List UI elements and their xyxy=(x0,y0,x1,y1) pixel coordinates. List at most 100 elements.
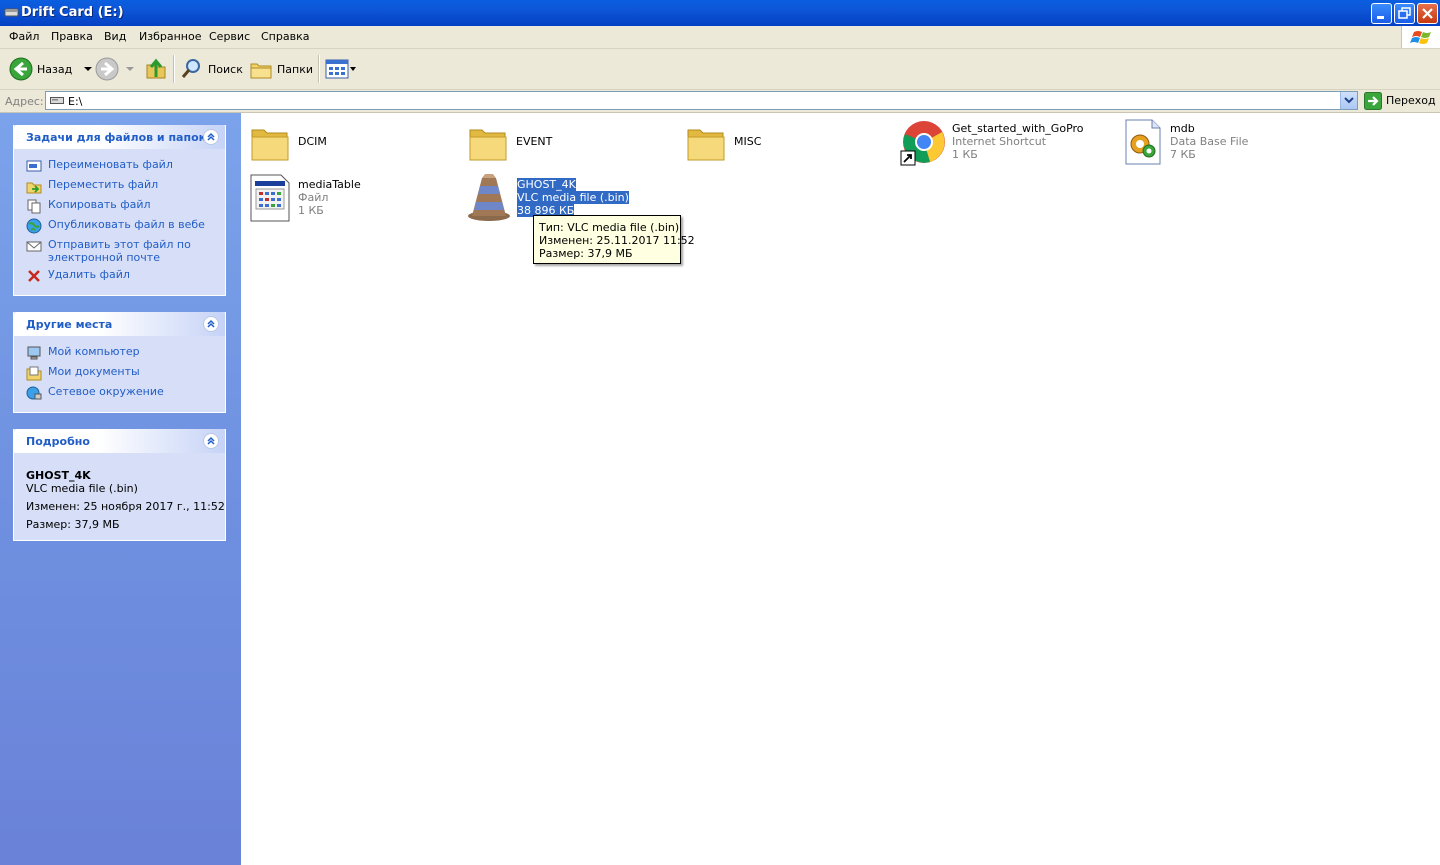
menu-tools[interactable]: Сервис xyxy=(209,30,250,43)
up-folder-button[interactable] xyxy=(144,56,168,82)
file-info-tooltip: Тип: VLC media file (.bin) Изменен: 25.1… xyxy=(533,215,695,264)
place-my-computer[interactable]: Мой компьютер xyxy=(26,345,140,361)
file-size: 1 КБ xyxy=(298,204,324,217)
address-bar: Адрес: E:\ Переход xyxy=(0,90,1440,113)
folder-item-dcim[interactable]: DCIM xyxy=(250,120,450,168)
task-delete[interactable]: Удалить файл xyxy=(26,268,130,284)
file-item-mediatable[interactable]: mediaTable Файл 1 КБ xyxy=(250,173,450,223)
tooltip-modified: Изменен: 25.11.2017 11:52 xyxy=(539,234,695,247)
file-type: Файл xyxy=(298,191,329,204)
folders-button[interactable]: Папки xyxy=(249,56,313,82)
details-file-type: VLC media file (.bin) xyxy=(26,482,138,495)
go-button[interactable]: Переход xyxy=(1364,91,1436,110)
restore-icon xyxy=(1398,7,1411,19)
task-label: Отправить этот файл по электронной почте xyxy=(48,238,191,264)
details-panel: Подробно GHOST_4K VLC media file (.bin) … xyxy=(13,429,226,541)
web-publish-icon xyxy=(26,218,42,234)
folder-icon xyxy=(251,129,289,161)
task-publish-web[interactable]: Опубликовать файл в вебе xyxy=(26,218,205,234)
rename-icon xyxy=(26,160,42,172)
database-file-icon xyxy=(1125,119,1161,165)
menu-help[interactable]: Справка xyxy=(261,30,309,43)
drive-icon xyxy=(50,97,64,104)
go-arrow-icon xyxy=(1364,91,1382,110)
task-label: Копировать файл xyxy=(48,198,151,211)
task-rename[interactable]: Переименовать файл xyxy=(26,158,173,174)
title-bar[interactable]: Drift Card (E:) xyxy=(0,0,1440,26)
details-file-name: GHOST_4K xyxy=(26,469,91,482)
details-header[interactable]: Подробно xyxy=(14,429,225,453)
task-label: Переместить файл xyxy=(48,178,159,191)
place-label: Сетевое окружение xyxy=(48,385,164,398)
folders-icon xyxy=(250,63,272,79)
task-move[interactable]: Переместить файл xyxy=(26,178,158,194)
minimize-icon xyxy=(1377,16,1384,19)
task-copy[interactable]: Копировать файл xyxy=(26,198,151,214)
file-size: 1 КБ xyxy=(952,148,978,161)
tooltip-type: Тип: VLC media file (.bin) xyxy=(539,221,680,234)
close-button[interactable] xyxy=(1417,3,1438,24)
folder-icon xyxy=(687,129,725,161)
file-name: mdb xyxy=(1170,122,1195,135)
file-size: 7 КБ xyxy=(1170,148,1196,161)
collapse-icon[interactable] xyxy=(203,129,219,145)
shortcut-item-gopro[interactable]: Get_started_with_GoPro Internet Shortcut… xyxy=(900,120,1110,168)
file-tasks-title: Задачи для файлов и папок xyxy=(26,131,207,144)
chevron-down-icon[interactable] xyxy=(349,64,357,74)
move-icon xyxy=(26,182,42,194)
file-name: DCIM xyxy=(298,135,327,148)
collapse-icon[interactable] xyxy=(203,433,219,449)
back-button[interactable]: Назад xyxy=(9,56,94,82)
file-name: mediaTable xyxy=(298,178,361,191)
file-tasks-header[interactable]: Задачи для файлов и папок xyxy=(14,125,225,149)
other-places-title: Другие места xyxy=(26,318,113,331)
place-my-documents[interactable]: Мои документы xyxy=(26,365,140,381)
file-name: EVENT xyxy=(516,135,553,148)
place-label: Мои документы xyxy=(48,365,140,378)
other-places-panel: Другие места Мой компьютер Мои документы… xyxy=(13,312,226,413)
chrome-shortcut-icon xyxy=(900,121,945,166)
search-button[interactable]: Поиск xyxy=(180,56,243,82)
my-computer-icon xyxy=(27,346,41,360)
back-label: Назад xyxy=(37,62,73,76)
address-label: Адрес: xyxy=(5,95,44,108)
menu-file[interactable]: Файл xyxy=(9,30,39,43)
views-button[interactable] xyxy=(325,56,357,82)
menu-favorites[interactable]: Избранное xyxy=(139,30,201,43)
toolbar: Назад Поиск Папки xyxy=(0,49,1440,90)
details-modified: Изменен: 25 ноября 2017 г., 11:52 xyxy=(26,500,225,513)
my-documents-icon xyxy=(26,366,42,381)
copy-icon xyxy=(27,199,41,214)
minimize-button[interactable] xyxy=(1371,3,1392,24)
search-icon xyxy=(181,59,200,78)
chevron-down-icon[interactable] xyxy=(124,64,136,74)
chevron-down-icon[interactable] xyxy=(82,64,94,74)
folder-icon xyxy=(469,129,507,161)
place-network[interactable]: Сетевое окружение xyxy=(26,385,164,401)
menu-view[interactable]: Вид xyxy=(104,30,126,43)
file-type: Data Base File xyxy=(1170,135,1249,148)
task-label: Удалить файл xyxy=(48,268,130,281)
search-label: Поиск xyxy=(208,62,243,76)
address-input[interactable]: E:\ xyxy=(45,91,1358,110)
folder-item-misc[interactable]: MISC xyxy=(686,120,886,168)
menu-edit[interactable]: Правка xyxy=(51,30,93,43)
address-dropdown-button[interactable] xyxy=(1340,92,1357,109)
folder-item-event[interactable]: EVENT xyxy=(468,120,668,168)
back-arrow-icon xyxy=(9,57,33,81)
other-places-header[interactable]: Другие места xyxy=(14,312,225,336)
forward-arrow-icon xyxy=(95,57,119,81)
collapse-icon[interactable] xyxy=(203,316,219,332)
file-item-mdb[interactable]: mdb Data Base File 7 КБ xyxy=(1122,118,1322,166)
forward-button[interactable] xyxy=(95,56,136,82)
task-label: Опубликовать файл в вебе xyxy=(48,218,205,231)
file-name: MISC xyxy=(734,135,762,148)
file-type: Internet Shortcut xyxy=(952,135,1047,148)
maximize-button[interactable] xyxy=(1394,3,1415,24)
task-email[interactable]: Отправить этот файл по электронной почте xyxy=(26,238,206,264)
file-tasks-panel: Задачи для файлов и папок Переименовать … xyxy=(13,125,226,296)
file-type: VLC media file (.bin) xyxy=(517,191,629,204)
task-pane: Задачи для файлов и папок Переименовать … xyxy=(0,113,241,865)
folders-label: Папки xyxy=(277,62,313,76)
email-icon xyxy=(26,241,42,252)
